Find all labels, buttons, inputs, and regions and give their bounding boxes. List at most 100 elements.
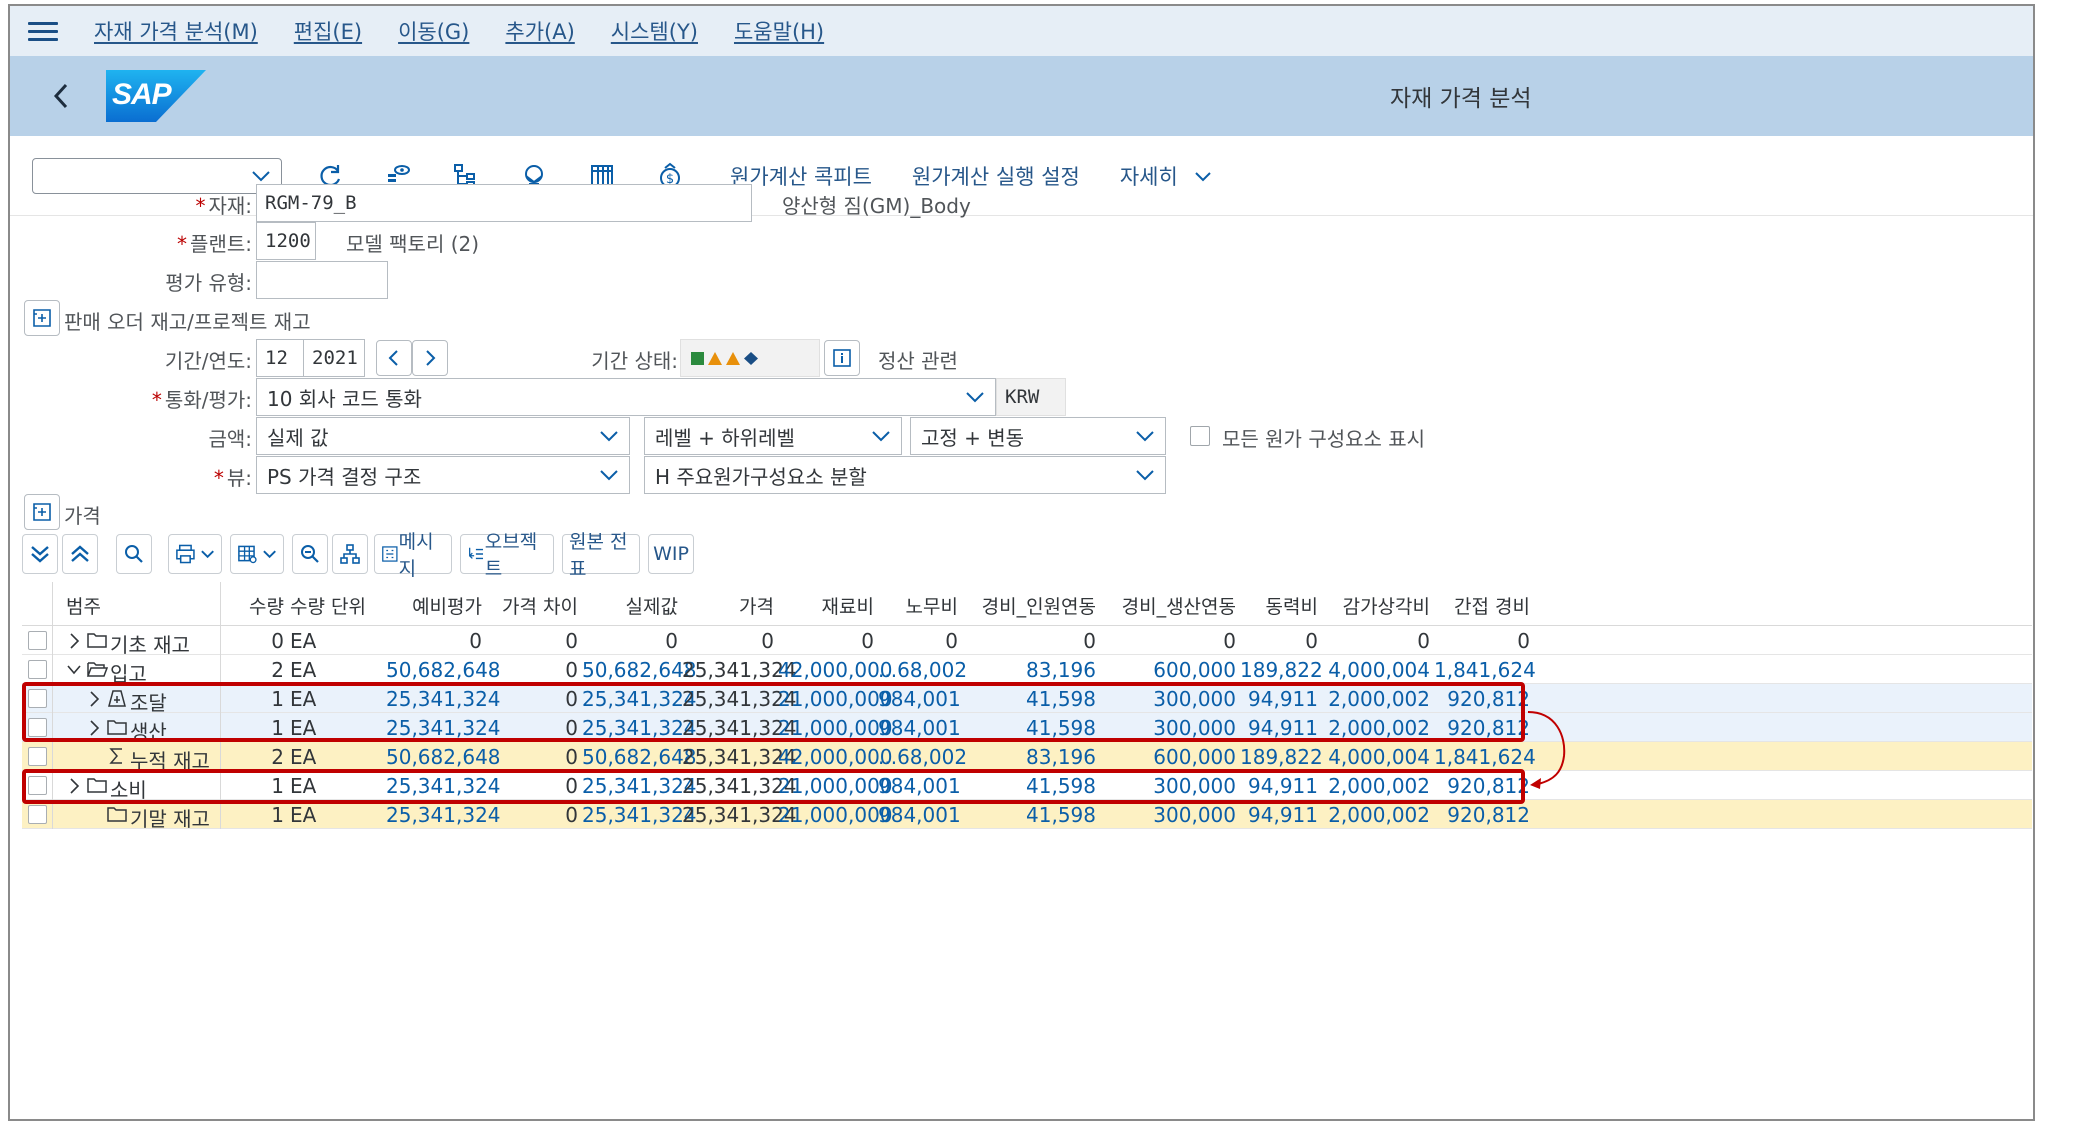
- cell-depr: 2,000,002: [1328, 803, 1430, 827]
- col-preliminary[interactable]: 예비평가: [386, 592, 482, 619]
- cell-price: 25,341,324: [682, 745, 797, 769]
- cell-overhead: 0: [1517, 629, 1530, 653]
- row-select-checkbox[interactable]: [28, 805, 47, 824]
- expand-sales-order-button[interactable]: [24, 300, 60, 336]
- folder-icon: [107, 807, 127, 822]
- chevron-down-icon: [966, 392, 984, 403]
- collapse-all-button[interactable]: [62, 534, 98, 574]
- menu-material-price-analysis[interactable]: 자재 가격 분석(M): [94, 16, 258, 46]
- col-expense-production[interactable]: 경비_생산연동: [1100, 592, 1236, 619]
- col-quantity[interactable]: 수량: [222, 592, 284, 619]
- find-button[interactable]: [116, 534, 152, 574]
- zoom-button[interactable]: [292, 534, 328, 574]
- table-row[interactable]: 입고 2 EA 50,682,648 0 50,682,648 25,341,324 42,0…: [22, 655, 2032, 686]
- sap-logo: SAP: [106, 70, 206, 122]
- col-material-cost[interactable]: 재료비: [778, 592, 874, 619]
- cell-material: 0: [861, 629, 874, 653]
- variant-select[interactable]: [32, 157, 282, 194]
- amount-label: 금액:: [208, 427, 252, 451]
- row-select-checkbox[interactable]: [28, 631, 47, 650]
- layout-button[interactable]: [230, 534, 284, 574]
- search-icon: [125, 545, 143, 563]
- info-button[interactable]: [824, 340, 860, 376]
- col-depreciation[interactable]: 감가상각비: [1322, 592, 1430, 619]
- zoom-icon: [301, 545, 319, 563]
- tree-collapse-icon[interactable]: [66, 660, 82, 680]
- cell-prelim: 50,682,648: [386, 658, 501, 682]
- col-overhead[interactable]: 간접 경비: [1434, 592, 1530, 619]
- cell-prelim: 0: [469, 629, 482, 653]
- period-input[interactable]: 12: [256, 339, 304, 377]
- fixed-variable-select[interactable]: 고정 + 변동: [910, 417, 1166, 455]
- messages-button[interactable]: 메시지: [374, 531, 452, 580]
- menu-goto[interactable]: 이동(G): [398, 16, 469, 46]
- cell-price: 25,341,324: [682, 803, 797, 827]
- cell-power: 189,822: [1240, 658, 1323, 682]
- chevron-right-icon: [426, 350, 436, 366]
- cell-depr: 0: [1417, 629, 1430, 653]
- col-expense-personnel[interactable]: 경비_인원연동: [962, 592, 1096, 619]
- col-actual[interactable]: 실제값: [582, 592, 678, 619]
- cell-unit: EA: [290, 803, 317, 827]
- cell-exp-prod: 600,000: [1153, 745, 1236, 769]
- menu-extras[interactable]: 추가(A): [505, 16, 574, 46]
- table-header: 범주 수량 수량 단위 예비평가 가격 차이 실제값 가격 재료비 노무비 경비…: [22, 582, 2032, 626]
- col-unit[interactable]: 수량 단위: [290, 592, 366, 619]
- more-button[interactable]: 자세히: [1120, 161, 1213, 191]
- expand-all-icon: [31, 546, 49, 563]
- menu-edit[interactable]: 편집(E): [294, 16, 362, 46]
- col-price-difference[interactable]: 가격 차이: [486, 592, 578, 619]
- amount-select[interactable]: 실제 값: [256, 417, 630, 455]
- chevron-down-icon: [1136, 431, 1154, 442]
- cell-exp-person: 0: [1083, 629, 1096, 653]
- material-input[interactable]: RGM-79_B: [256, 184, 752, 222]
- back-button[interactable]: [46, 76, 76, 116]
- row-select-checkbox[interactable]: [28, 747, 47, 766]
- plant-description: 모델 팩토리 (2): [346, 232, 480, 256]
- print-button[interactable]: [168, 534, 222, 574]
- cell-price: 0: [761, 629, 774, 653]
- col-price[interactable]: 가격: [682, 592, 774, 619]
- expand-section-icon: [33, 503, 51, 521]
- col-power-cost[interactable]: 동력비: [1240, 592, 1318, 619]
- objects-button[interactable]: 오브젝트: [460, 531, 554, 580]
- material-label: * 자재:: [195, 194, 252, 218]
- col-category[interactable]: 범주: [66, 592, 101, 619]
- expand-section-icon: [33, 309, 51, 327]
- expand-all-button[interactable]: [22, 534, 58, 574]
- level-select[interactable]: 레벨 + 하위레벨: [644, 417, 902, 455]
- highlight-receipts-box: [22, 682, 1525, 742]
- costing-run-settings-button[interactable]: 원가계산 실행 설정: [912, 161, 1080, 191]
- previous-period-button[interactable]: [376, 340, 412, 376]
- view-select[interactable]: PS 가격 결정 구조: [256, 456, 630, 494]
- hamburger-menu-icon[interactable]: [28, 20, 58, 42]
- next-period-button[interactable]: [412, 340, 448, 376]
- cell-exp-prod: 600,000: [1153, 658, 1236, 682]
- original-document-button[interactable]: 원본 전표: [562, 531, 640, 580]
- hierarchy-button[interactable]: [332, 534, 368, 574]
- cell-overhead: 1,841,624: [1434, 745, 1536, 769]
- tree-expand-icon[interactable]: [66, 631, 82, 651]
- page-title: 자재 가격 분석: [1390, 86, 1532, 112]
- row-select-checkbox[interactable]: [28, 660, 47, 679]
- table-row[interactable]: 누적 재고 2 EA 50,682,648 0 50,682,648 25,341,324 4…: [22, 742, 2032, 773]
- year-input[interactable]: 2021: [303, 339, 365, 377]
- table-row[interactable]: 기초 재고 0 EA 0 0 0 0 0 0 0 0 0 0 0: [22, 626, 2032, 657]
- cost-component-split-select[interactable]: H 주요원가구성요소 분할: [644, 456, 1166, 494]
- chevron-down-icon: [872, 431, 890, 442]
- cell-prelim: 50,682,648: [386, 745, 501, 769]
- menu-system[interactable]: 시스템(Y): [611, 16, 698, 46]
- wip-button[interactable]: WIP: [648, 534, 694, 574]
- chevron-down-icon: [1194, 171, 1211, 181]
- expand-price-section-button[interactable]: [24, 494, 60, 530]
- plant-input[interactable]: 1200: [256, 222, 316, 260]
- col-labor-cost[interactable]: 노무비: [878, 592, 958, 619]
- cell-power: 94,911: [1248, 803, 1318, 827]
- table-row[interactable]: 기말 재고 1 EA 25,341,324 0 25,341,324 25,341,324 2…: [22, 800, 2032, 831]
- menu-help[interactable]: 도움말(H): [734, 16, 824, 46]
- cell-unit: EA: [290, 658, 317, 682]
- currency-valuation-select[interactable]: 10 회사 코드 통화: [256, 378, 996, 416]
- cell-actual: 50,682,648: [582, 745, 697, 769]
- valuation-type-input[interactable]: [256, 261, 388, 299]
- show-all-components-checkbox[interactable]: [1190, 426, 1210, 446]
